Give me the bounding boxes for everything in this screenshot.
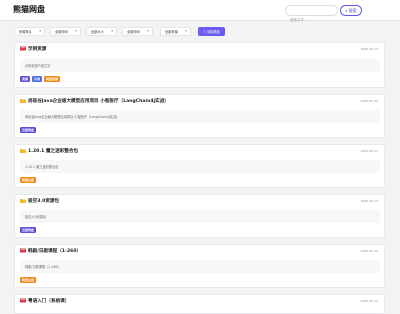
tag-list: 阿里云盘	[20, 177, 37, 183]
file-icon	[20, 46, 26, 51]
tag-list: 百度网盘	[20, 227, 37, 233]
folder-icon	[20, 149, 26, 153]
tag-badge: 网盘资源	[44, 76, 61, 82]
tag-badge: 阿里云盘	[20, 177, 37, 183]
description-text: 尚硅谷Java企业级大模型应用项目 小智医疗（LangChain4j实战）	[25, 115, 120, 119]
tag-badge: 百度网盘	[20, 127, 37, 133]
resource-title[interactable]: 极空3.0资源包	[28, 198, 59, 204]
resource-date: 2025-05-11	[360, 149, 378, 153]
resource-card[interactable]: 粤语入门（系统课） 2025-05-10	[14, 294, 385, 314]
folder-icon	[20, 99, 26, 103]
filter-size[interactable]: 全部大小 ▾	[86, 27, 117, 36]
description-text: 1.20.1 魔之迷彩整合包	[25, 165, 59, 169]
chevron-down-icon: ▾	[185, 29, 187, 33]
filter-label: 全部时间	[127, 30, 140, 34]
chevron-down-icon: ▾	[39, 29, 41, 33]
resource-card[interactable]: 韩剧/日剧课程（1-260） 2025-05-10 韩剧/日剧课程（1-260）…	[14, 244, 385, 288]
tag-badge: 百度网盘	[20, 227, 37, 233]
tag-badge: 资源	[20, 76, 31, 82]
resource-description: 韩剧/日剧课程（1-260）	[20, 260, 380, 273]
clear-filters-label: 清除筛选	[206, 30, 220, 34]
resource-description: 极空3.0资源包	[20, 210, 380, 223]
resource-title[interactable]: 粤语入门（系统课）	[28, 298, 69, 304]
clear-filters-button[interactable]: ☷ 清除筛选	[198, 27, 225, 36]
file-icon	[20, 248, 26, 253]
resource-title[interactable]: 示例资源	[28, 46, 46, 52]
tag-badge: 示例	[32, 76, 43, 82]
search-button[interactable]: ⌕ 搜索	[340, 5, 362, 16]
filter-icon: ☷	[203, 29, 206, 34]
resource-card[interactable]: 尚硅谷Java企业级大模型应用项目 小智医疗（LangChain4j实战） 20…	[14, 94, 385, 138]
resource-date: 2025-05-10	[360, 47, 378, 51]
description-text: 韩剧/日剧课程（1-260）	[25, 265, 61, 269]
chevron-down-icon: ▾	[75, 29, 77, 33]
top-header: 熊猫网盘 ⌕ 搜索	[0, 0, 400, 25]
search-box	[285, 5, 338, 25]
filter-time-2[interactable]: 全部时间 ▾	[122, 27, 153, 36]
folder-icon	[20, 199, 26, 203]
search-button-label: 搜索	[348, 7, 357, 13]
filter-origin[interactable]: 全部来源 ▾	[160, 27, 191, 36]
tag-list: 阿里云盘	[20, 277, 37, 283]
resource-card[interactable]: 示例资源 2025-05-10 示例资源介绍文字 资源 示例 网盘资源	[14, 42, 385, 88]
resource-description: 1.20.1 魔之迷彩整合包	[20, 160, 380, 173]
resource-date: 2025-05-09	[360, 99, 378, 103]
filter-label: 来源默认	[19, 30, 32, 34]
resource-date: 2025-05-10	[360, 249, 378, 253]
filter-source-default[interactable]: 来源默认 ▾	[14, 27, 45, 36]
description-text: 示例资源介绍文字	[25, 64, 51, 68]
resource-date: 2025-05-10	[360, 199, 378, 203]
resource-card[interactable]: 极空3.0资源包 2025-05-10 极空3.0资源包 百度网盘	[14, 194, 385, 238]
filter-label: 全部大小	[91, 30, 104, 34]
resource-description: 尚硅谷Java企业级大模型应用项目 小智医疗（LangChain4j实战）	[20, 110, 380, 123]
search-icon: ⌕	[345, 8, 348, 13]
filter-label: 全部时间	[55, 30, 68, 34]
filter-time[interactable]: 全部时间 ▾	[50, 27, 81, 36]
resource-title[interactable]: 韩剧/日剧课程（1-260）	[28, 248, 81, 254]
resource-title[interactable]: 1.20.1 魔之迷彩整合包	[28, 148, 78, 154]
search-input[interactable]	[286, 15, 337, 25]
filter-label: 全部来源	[165, 30, 178, 34]
tag-badge: 阿里云盘	[20, 277, 37, 283]
resource-description: 示例资源介绍文字	[20, 59, 380, 72]
tag-list: 资源 示例 网盘资源	[20, 76, 61, 82]
tag-list: 百度网盘	[20, 127, 37, 133]
site-title: 熊猫网盘	[13, 5, 45, 14]
file-icon	[20, 298, 26, 303]
chevron-down-icon: ▾	[147, 29, 149, 33]
resource-title[interactable]: 尚硅谷Java企业级大模型应用项目 小智医疗（LangChain4j实战）	[28, 98, 169, 104]
resource-card[interactable]: 1.20.1 魔之迷彩整合包 2025-05-11 1.20.1 魔之迷彩整合包…	[14, 144, 385, 188]
chevron-down-icon: ▾	[111, 29, 113, 33]
description-text: 极空3.0资源包	[25, 215, 47, 219]
